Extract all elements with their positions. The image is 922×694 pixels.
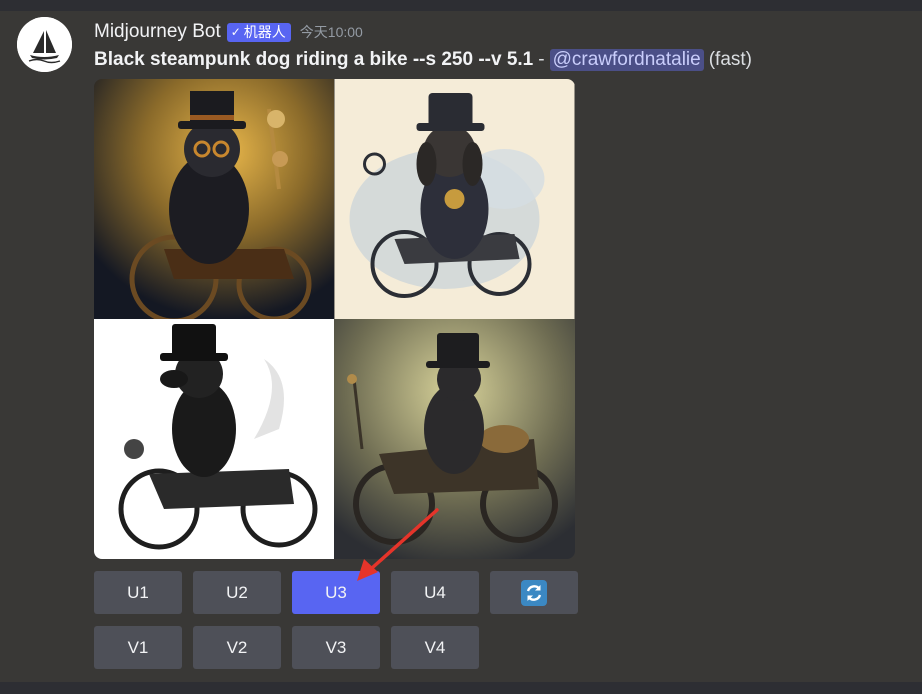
author-name[interactable]: Midjourney Bot [94, 21, 221, 43]
user-mention[interactable]: @crawfordnatalie [549, 49, 704, 71]
bot-badge: ✓ 机器人 [226, 22, 291, 42]
variation-button-3[interactable]: V3 [292, 626, 380, 669]
check-icon: ✓ [230, 24, 241, 39]
image-grid[interactable] [94, 79, 575, 559]
dog-image-4[interactable] [334, 319, 575, 559]
dog-image-3[interactable] [94, 319, 334, 559]
upscale-button-4[interactable]: U4 [391, 571, 479, 614]
message-content: Black steampunk dog riding a bike --s 25… [94, 48, 752, 72]
dog-image-1[interactable] [94, 79, 334, 319]
speed-label: (fast) [708, 49, 752, 70]
bot-badge-label: 机器人 [243, 23, 286, 40]
separator: - [538, 49, 545, 70]
message-header: Midjourney Bot ✓ 机器人 今天10:00 [94, 20, 363, 44]
upscale-button-1[interactable]: U1 [94, 571, 182, 614]
prompt-text: Black steampunk dog riding a bike --s 25… [94, 49, 534, 70]
reroll-button[interactable] [490, 571, 578, 614]
dog-image-2[interactable] [334, 79, 575, 319]
variation-button-1[interactable]: V1 [94, 626, 182, 669]
upscale-button-3[interactable]: U3 [292, 571, 380, 614]
message-timestamp: 今天10:00 [299, 24, 363, 40]
variation-button-4[interactable]: V4 [391, 626, 479, 669]
sailboat-icon [17, 17, 72, 72]
bot-avatar[interactable] [17, 17, 72, 72]
upscale-button-2[interactable]: U2 [193, 571, 281, 614]
reroll-icon [521, 579, 547, 606]
bottom-bar [0, 682, 922, 694]
variation-button-2[interactable]: V2 [193, 626, 281, 669]
top-bar [0, 0, 922, 11]
